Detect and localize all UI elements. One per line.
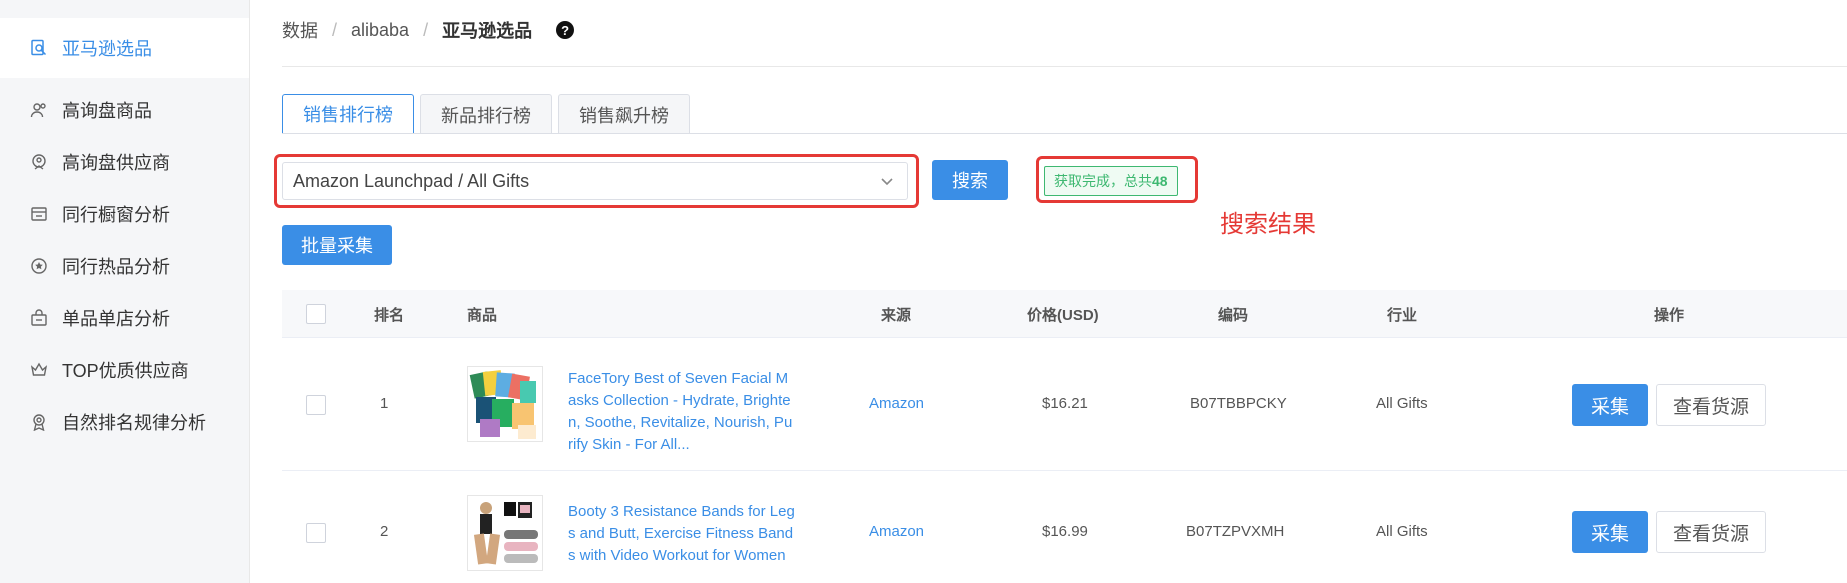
status-count: 48 — [1152, 173, 1168, 189]
table-row: 1 FaceTory Best of Seven Facial Masks Co… — [282, 338, 1847, 471]
star-circle-icon — [30, 257, 48, 275]
sidebar-item-single-store[interactable]: 单品单店分析 — [0, 288, 249, 348]
source-link[interactable]: Amazon — [869, 523, 924, 540]
breadcrumb-separator: / — [332, 19, 338, 40]
product-title-link[interactable]: FaceTory Best of Seven Facial Masks Coll… — [568, 368, 796, 456]
bulk-collect-button[interactable]: 批量采集 — [282, 225, 392, 265]
status-badge: 获取完成，总共 48 — [1044, 166, 1178, 196]
category-select-value: Amazon Launchpad / All Gifts — [293, 170, 530, 191]
header-divider — [282, 66, 1847, 67]
breadcrumb-current: 亚马逊选品 — [442, 21, 533, 41]
view-source-button[interactable]: 查看货源 — [1656, 384, 1766, 426]
sidebar-item-high-inquiry-products[interactable]: 高询盘商品 — [0, 80, 249, 140]
category-select[interactable]: Amazon Launchpad / All Gifts — [282, 162, 908, 200]
search-button[interactable]: 搜索 — [932, 160, 1008, 200]
tab-sales-ranking[interactable]: 销售排行榜 — [282, 94, 414, 134]
column-header-product: 商品 — [467, 306, 498, 324]
sidebar-item-label: 自然排名规律分析 — [62, 413, 206, 433]
sidebar-item-label: 亚马逊选品 — [62, 39, 152, 59]
rank-cell: 1 — [380, 395, 389, 412]
row-checkbox[interactable] — [306, 395, 326, 415]
table-header: 排名 商品 来源 价格(USD) 编码 行业 操作 — [282, 290, 1847, 338]
collect-button[interactable]: 采集 — [1572, 511, 1648, 553]
sidebar-item-label: 高询盘供应商 — [62, 153, 170, 173]
shop-window-icon — [30, 205, 48, 223]
crown-icon — [30, 361, 48, 379]
product-title-link[interactable]: Booty 3 Resistance Bands for Legs and Bu… — [568, 501, 796, 567]
breadcrumb-item-alibaba[interactable]: alibaba — [351, 20, 409, 41]
column-header-rank: 排名 — [374, 306, 405, 324]
sidebar-item-label: TOP优质供应商 — [62, 361, 189, 381]
breadcrumb-item-data[interactable]: 数据 — [282, 17, 318, 43]
sidebar: 亚马逊选品 高询盘商品 高询盘供应商 同行橱窗分析 同行热品分析 单品单店分析 — [0, 0, 250, 583]
row-checkbox[interactable] — [306, 523, 326, 543]
sidebar-item-natural-ranking[interactable]: 自然排名规律分析 — [0, 392, 249, 452]
column-header-price: 价格(USD) — [1027, 306, 1099, 324]
select-all-checkbox[interactable] — [306, 304, 326, 324]
industry-cell: All Gifts — [1376, 523, 1428, 540]
sidebar-item-label: 单品单店分析 — [62, 309, 170, 329]
users-icon — [30, 101, 48, 119]
annotation-label: 搜索结果 — [1220, 211, 1316, 238]
column-header-actions: 操作 — [1654, 306, 1685, 324]
rank-cell: 2 — [380, 523, 389, 540]
table-row: 2 Booty 3 Resistance Bands for Legs and … — [282, 471, 1847, 583]
tab-sales-surge-ranking[interactable]: 销售飙升榜 — [558, 94, 690, 134]
tabs-divider — [282, 133, 1847, 134]
ranking-tabs: 销售排行榜 新品排行榜 销售飙升榜 — [282, 94, 696, 134]
industry-cell: All Gifts — [1376, 395, 1428, 412]
column-header-source: 来源 — [881, 306, 912, 324]
help-icon[interactable]: ? — [556, 21, 575, 39]
status-text: 获取完成，总共 — [1054, 173, 1152, 189]
sidebar-item-label: 高询盘商品 — [62, 101, 152, 121]
sidebar-item-peer-hot-products[interactable]: 同行热品分析 — [0, 236, 249, 296]
chevron-down-icon — [879, 173, 895, 194]
price-cell: $16.99 — [1042, 523, 1088, 540]
product-thumbnail[interactable] — [467, 495, 543, 571]
sidebar-item-amazon-selection[interactable]: 亚马逊选品 — [0, 18, 249, 78]
breadcrumb-separator: / — [423, 19, 429, 40]
price-cell: $16.21 — [1042, 395, 1088, 412]
award-icon — [30, 413, 48, 431]
tab-new-products-ranking[interactable]: 新品排行榜 — [420, 94, 552, 134]
sidebar-item-label: 同行热品分析 — [62, 257, 170, 277]
source-link[interactable]: Amazon — [869, 395, 924, 412]
product-thumbnail[interactable] — [467, 366, 543, 442]
column-header-industry: 行业 — [1387, 306, 1418, 324]
sidebar-item-label: 同行橱窗分析 — [62, 205, 170, 225]
store-bag-icon — [30, 309, 48, 327]
code-cell: B07TBBPCKY — [1190, 395, 1287, 412]
view-source-button[interactable]: 查看货源 — [1656, 511, 1766, 553]
sidebar-item-high-inquiry-suppliers[interactable]: 高询盘供应商 — [0, 132, 249, 192]
collect-button[interactable]: 采集 — [1572, 384, 1648, 426]
column-header-code: 编码 — [1218, 306, 1249, 324]
search-doc-icon — [30, 39, 48, 57]
breadcrumb: 数据 / alibaba / 亚马逊选品 ? — [282, 17, 575, 43]
code-cell: B07TZPVXMH — [1186, 523, 1285, 540]
sidebar-item-peer-showcase[interactable]: 同行橱窗分析 — [0, 184, 249, 244]
supplier-icon — [30, 153, 48, 171]
sidebar-item-top-suppliers[interactable]: TOP优质供应商 — [0, 340, 249, 400]
